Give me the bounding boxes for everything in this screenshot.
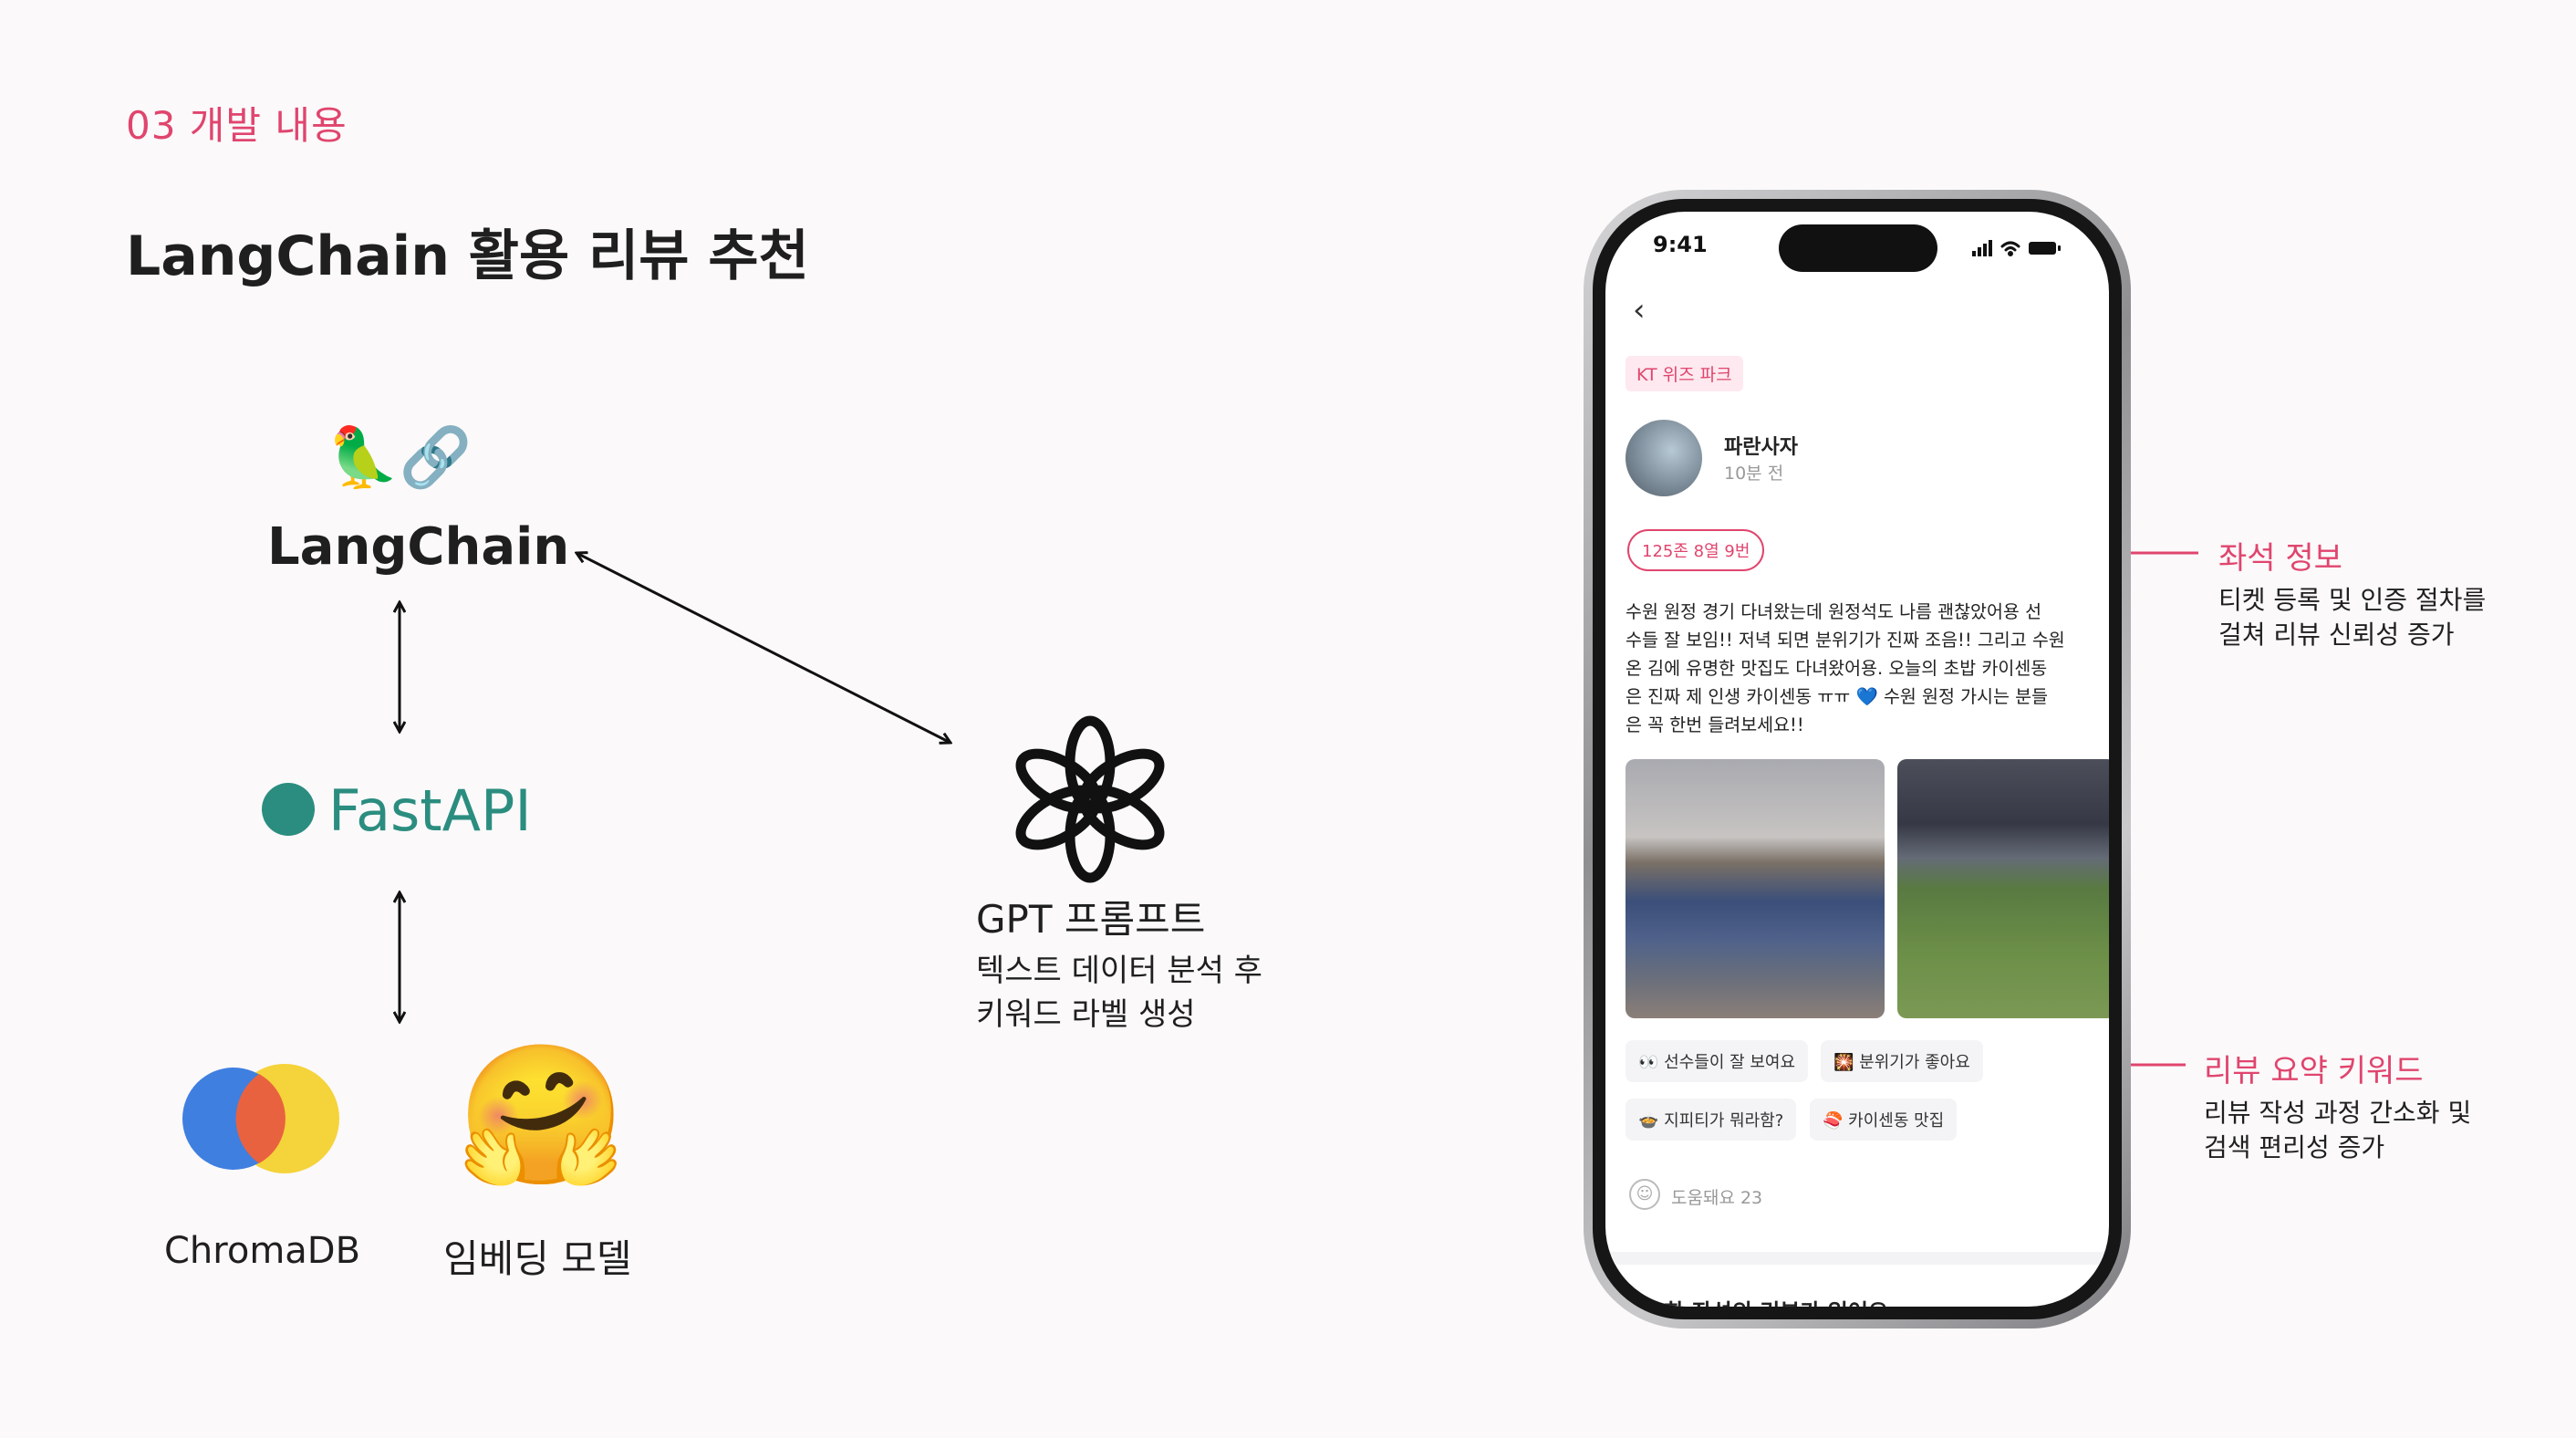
review-text-line: 은 진짜 제 인생 카이센동 ㅠㅠ 💙 수원 원정 가시는 분들: [1626, 686, 2049, 707]
wifi-icon: [2000, 241, 2020, 256]
phone-screen: 9:41 ‹ KT 위즈 파크 파란사자 10분 전 125존 8열 9번 수원…: [1605, 212, 2109, 1307]
fastapi-label: FastAPI: [328, 777, 532, 844]
post-time: 10분 전: [1724, 464, 1784, 484]
callout-keywords-title: 리뷰 요약 키워드: [2204, 1053, 2424, 1089]
arrow-langchain-gpt: [576, 553, 950, 743]
callout-seat-title: 좌석 정보: [2218, 540, 2342, 577]
gpt-prompt-title: GPT 프롬프트: [976, 897, 1206, 942]
dynamic-island: [1779, 224, 1937, 272]
callout-keywords-description: 리뷰 작성 과정 간소화 및: [2204, 1098, 2472, 1128]
helpful-count[interactable]: 도움돼요 23: [1671, 1184, 1762, 1209]
chromadb-logo-icon: [182, 1064, 339, 1173]
battery-icon: [2029, 242, 2061, 255]
keyword-chip[interactable]: 🎇 분위기가 좋아요: [1821, 1040, 1983, 1082]
section-divider: [1605, 1252, 2109, 1265]
gpt-description-line: 키워드 라벨 생성: [976, 996, 1196, 1033]
gpt-description-line: 텍스트 데이터 분석 후: [976, 953, 1262, 989]
review-photo[interactable]: [1897, 759, 2109, 1018]
author-avatar[interactable]: [1626, 420, 1702, 496]
venue-tag[interactable]: KT 위즈 파크: [1626, 356, 1743, 391]
architecture-diagram: [182, 547, 2198, 1173]
review-photo[interactable]: [1626, 759, 1885, 1018]
review-text-line: 수원 원정 경기 다녀왔는데 원정석도 나름 괜찮았어용 선: [1626, 601, 2042, 622]
fastapi-logo-icon: [262, 783, 315, 836]
langchain-label: LangChain: [267, 517, 570, 577]
seat-tag[interactable]: 125존 8열 9번: [1627, 529, 1765, 571]
status-bar-icons: [1972, 240, 2061, 256]
smile-icon[interactable]: ☺: [1629, 1179, 1660, 1210]
keyword-chip[interactable]: 🍲 지피티가 뭐라함?: [1626, 1099, 1797, 1141]
callout-seat-description: 티켓 등록 및 인증 절차를: [2218, 585, 2487, 615]
openai-icon: [1015, 715, 1165, 883]
back-chevron-icon[interactable]: ‹: [1633, 292, 1646, 328]
keyword-chip[interactable]: 👀 선수들이 잘 보여요: [1626, 1040, 1809, 1082]
review-text-line: 수들 잘 보임!! 저녁 되면 분위기가 진짜 조음!! 그리고 수원: [1626, 630, 2065, 651]
status-bar-time: 9:41: [1653, 232, 1708, 257]
chromadb-label: ChromaDB: [164, 1230, 361, 1272]
langchain-parrot-chain-icon: 🦜🔗: [327, 424, 473, 492]
callout-keywords-description: 검색 편리성 증가: [2204, 1132, 2385, 1162]
hugging-face-icon: 🤗: [456, 1037, 627, 1195]
author-name[interactable]: 파란사자: [1724, 431, 1798, 460]
similar-reviews-heading: 비슷한 좌석의 리뷰가 있어요: [1624, 1294, 1888, 1307]
callout-seat-description: 걸쳐 리뷰 신뢰성 증가: [2218, 620, 2455, 650]
signal-icon: [1972, 240, 1992, 256]
keyword-chip[interactable]: 🍣 카이센동 맛집: [1810, 1099, 1958, 1141]
review-text-line: 은 꼭 한번 들려보세요!!: [1626, 714, 1804, 735]
review-text-line: 온 김에 유명한 맛집도 다녀왔어용. 오늘의 초밥 카이센동: [1626, 658, 2048, 679]
embedding-model-label: 임베딩 모델: [443, 1236, 632, 1281]
